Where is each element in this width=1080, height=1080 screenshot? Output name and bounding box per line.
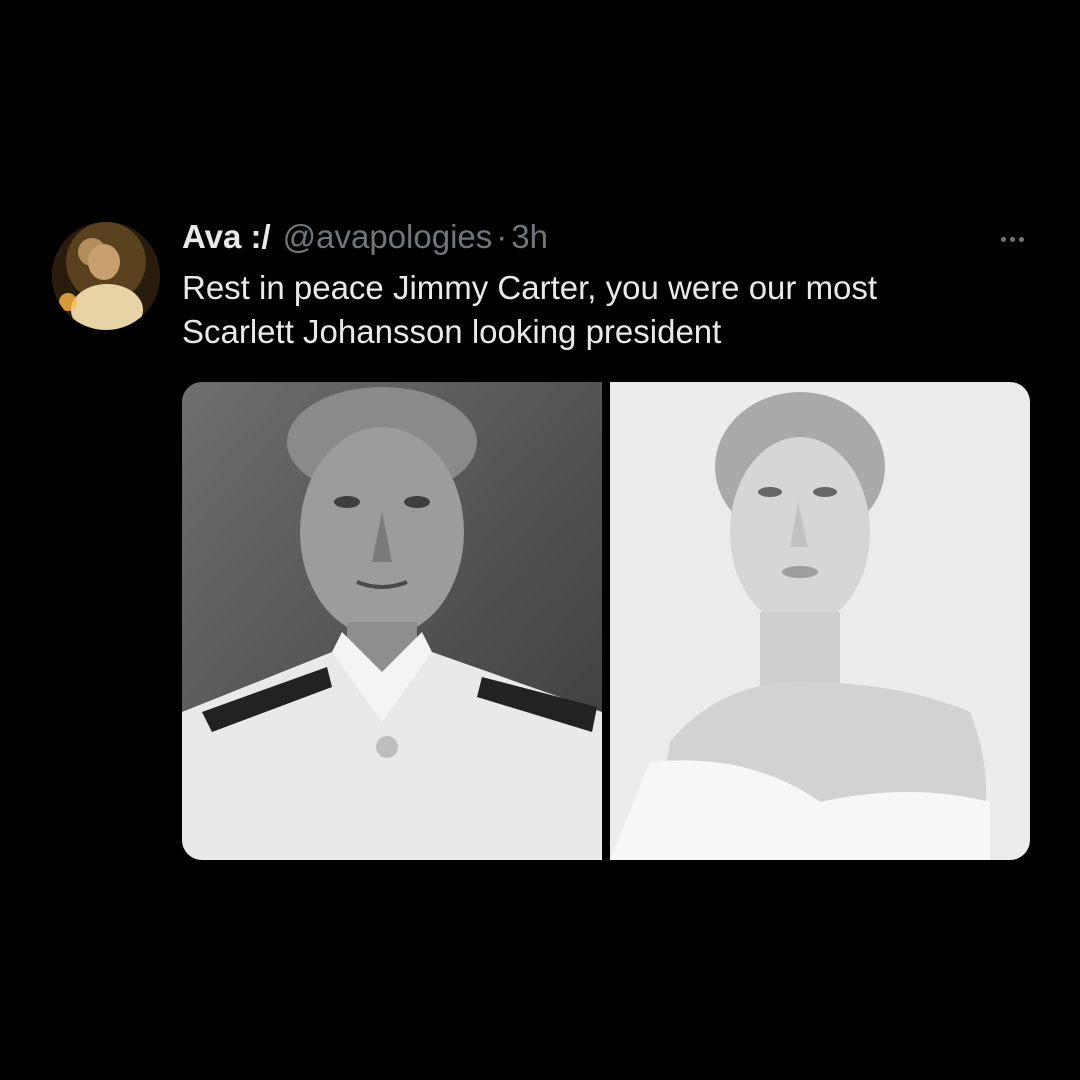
more-horizontal-icon[interactable] xyxy=(992,224,1032,254)
media-photo-left[interactable] xyxy=(182,382,602,860)
avatar[interactable] xyxy=(52,222,160,330)
media-grid xyxy=(182,382,1030,860)
media-photo-right[interactable] xyxy=(610,382,1030,860)
tweet-text-line: Rest in peace Jimmy Carter, you were our… xyxy=(182,269,878,306)
tweet-header: Ava :/ @avapologies · 3h xyxy=(182,218,548,258)
separator-dot: · xyxy=(496,218,508,255)
tweet-text: Rest in peace Jimmy Carter, you were our… xyxy=(182,266,1012,354)
handle[interactable]: @avapologies xyxy=(283,218,493,256)
timestamp[interactable]: 3h xyxy=(511,218,548,256)
display-name[interactable]: Ava :/ xyxy=(182,218,271,256)
tweet-text-line: Scarlett Johansson looking president xyxy=(182,313,722,350)
